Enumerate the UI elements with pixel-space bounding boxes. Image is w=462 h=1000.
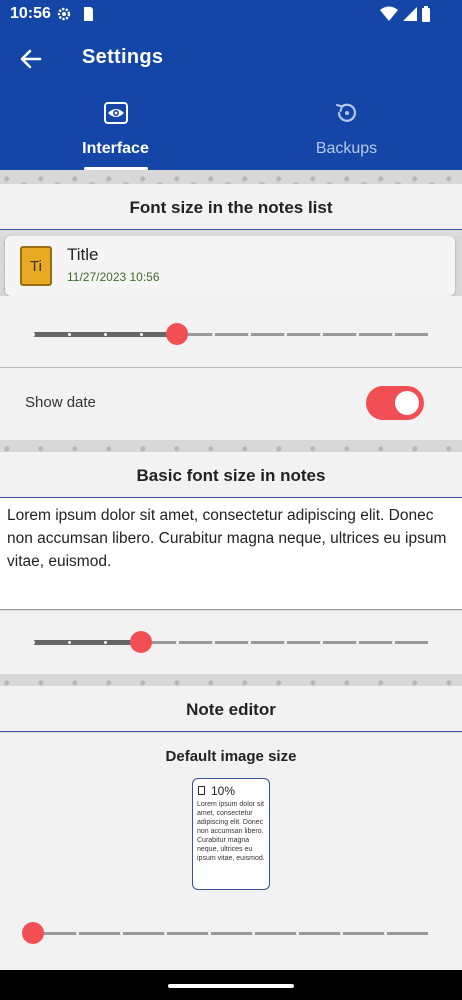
slider-tick: [295, 932, 299, 935]
slider-tick: [251, 932, 255, 935]
slider-tick: [211, 641, 215, 644]
slider-tick: [163, 932, 167, 935]
arrow-left-icon[interactable]: [16, 44, 46, 74]
slider-tick: [427, 333, 431, 336]
app-bar: Settings Interface Backups: [0, 30, 462, 170]
section-title: Basic font size in notes: [136, 466, 326, 485]
slider-tick: [427, 932, 431, 935]
status-bar: 10:56: [0, 0, 462, 30]
eye-icon: [104, 102, 128, 124]
slider-tick: [211, 333, 215, 336]
slider-tick: [355, 641, 359, 644]
section-title: Font size in the notes list: [129, 198, 333, 217]
slider-tick: [339, 932, 343, 935]
image-size-percent: 10%: [211, 784, 236, 798]
slider-active-track: [33, 640, 141, 645]
tab-interface[interactable]: Interface: [0, 96, 231, 170]
note-title: Title: [67, 245, 99, 264]
pattern-band: [0, 170, 462, 184]
section-header-note-editor: Note editor: [0, 686, 462, 732]
show-date-row: Show date: [0, 368, 462, 440]
pattern-band: [0, 440, 462, 452]
slider-panel: [0, 296, 462, 368]
notification-icon: [403, 7, 417, 21]
tab-backups-label: Backups: [315, 140, 378, 157]
section-header-basic-font-size: Basic font size in notes: [0, 452, 462, 498]
tab-backups[interactable]: Backups: [231, 96, 462, 170]
slider-tick: [383, 932, 387, 935]
slider-tick: [283, 641, 287, 644]
tab-interface-label: Interface: [82, 140, 149, 157]
slider-tick: [391, 641, 395, 644]
note-date: 11/27/2023 10:56: [67, 270, 160, 284]
sd-card-icon: [84, 7, 93, 21]
basic-font-size-slider[interactable]: [31, 630, 431, 654]
default-image-size-label: Default image size: [165, 748, 297, 765]
slider-thumb[interactable]: [22, 922, 44, 944]
restore-icon: [336, 103, 357, 122]
section-header-font-size-list: Font size in the notes list: [0, 184, 462, 230]
slider-tick: [103, 641, 107, 644]
slider-track: [33, 932, 429, 935]
slider-tick: [139, 333, 143, 336]
slider-tick: [247, 333, 251, 336]
slider-tick: [31, 333, 35, 336]
slider-tick: [207, 932, 211, 935]
page-title: Settings: [82, 46, 164, 68]
image-size-slider[interactable]: [22, 921, 431, 945]
slider-tick: [75, 932, 79, 935]
slider-tick: [31, 641, 35, 644]
home-gesture-handle[interactable]: [168, 984, 294, 988]
show-date-toggle[interactable]: [366, 386, 424, 420]
settings-content[interactable]: Font size in the notes list Ti Title 11/…: [0, 170, 462, 970]
slider-tick: [175, 641, 179, 644]
note-icon-text: Ti: [30, 258, 42, 275]
slider-tick: [319, 333, 323, 336]
gear-icon: [57, 7, 71, 21]
slider-thumb[interactable]: [130, 631, 152, 653]
slider-tick: [119, 932, 123, 935]
note-icon: Ti: [20, 246, 52, 286]
pattern-band: [0, 674, 462, 686]
slider-tick: [391, 333, 395, 336]
note-preview-card: Ti Title 11/27/2023 10:56: [5, 236, 455, 296]
font-sample-text: Lorem ipsum dolor sit amet, consectetur …: [7, 507, 447, 570]
font-sample-box: Lorem ipsum dolor sit amet, consectetur …: [0, 498, 462, 610]
font-size-list-slider[interactable]: [31, 322, 431, 346]
slider-tick: [283, 333, 287, 336]
show-date-label: Show date: [25, 394, 96, 411]
battery-icon: [422, 6, 430, 22]
slider-tick: [67, 641, 71, 644]
slider-tick: [319, 641, 323, 644]
slider-thumb[interactable]: [166, 323, 188, 345]
toggle-knob: [395, 391, 419, 415]
section-title: Note editor: [186, 700, 276, 719]
status-time: 10:56: [10, 5, 51, 22]
slider-tick: [67, 333, 71, 336]
slider-tick: [103, 333, 107, 336]
note-small-icon: [198, 786, 205, 795]
image-preview-text: Lorem ipsum dolor sit amet, consectetur …: [197, 801, 265, 862]
slider-tick: [247, 641, 251, 644]
wifi-icon: [380, 6, 398, 21]
slider-tick: [427, 641, 431, 644]
slider-tick: [355, 333, 359, 336]
navigation-bar: [0, 970, 462, 1000]
image-size-preview: 10% Lorem ipsum dolor sit amet, consecte…: [192, 778, 270, 890]
slider-panel: [0, 611, 462, 674]
